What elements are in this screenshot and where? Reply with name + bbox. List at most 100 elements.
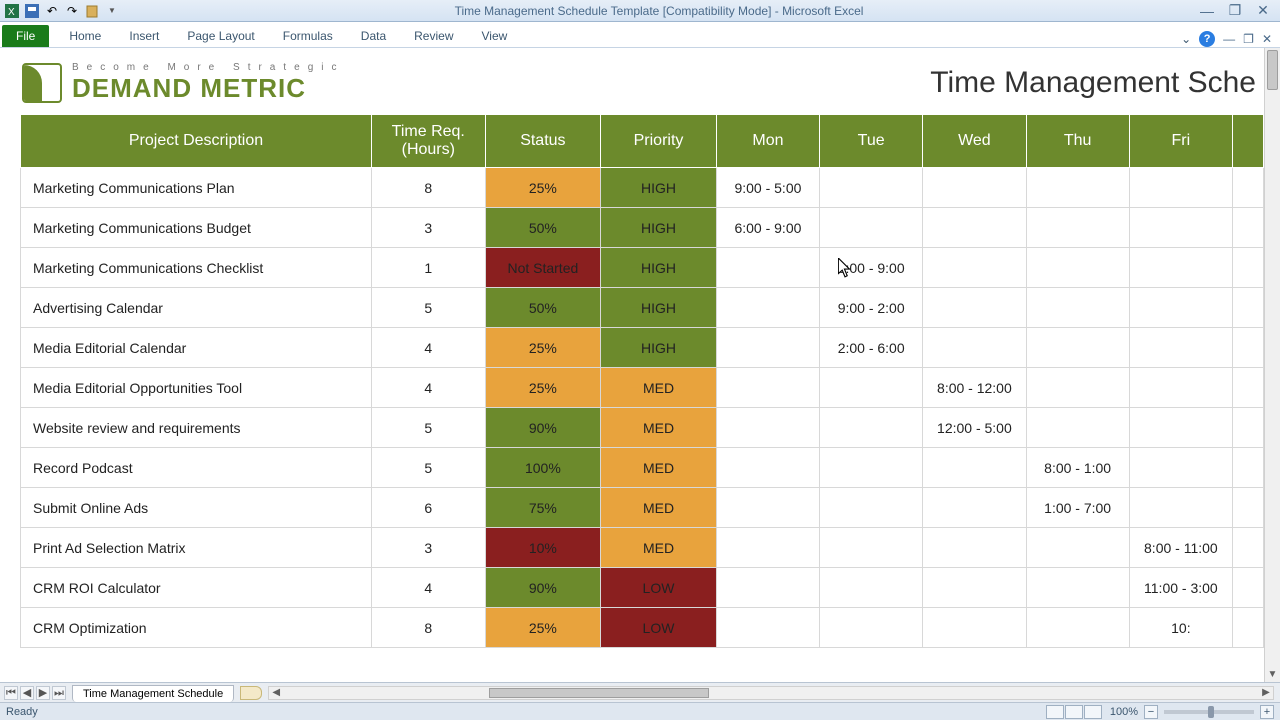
prev-sheet-icon[interactable]: ◀ [20, 686, 34, 700]
cell-description[interactable]: Website review and requirements [21, 408, 372, 448]
hscroll-thumb[interactable] [489, 688, 709, 698]
cell-hours[interactable]: 3 [372, 208, 486, 248]
header-thu[interactable]: Thu [1026, 115, 1129, 168]
header-fri[interactable]: Fri [1129, 115, 1232, 168]
cell-day[interactable] [1026, 328, 1129, 368]
tab-insert[interactable]: Insert [115, 25, 173, 47]
cell-day[interactable] [1026, 208, 1129, 248]
cell-hours[interactable]: 4 [372, 328, 486, 368]
table-row[interactable]: Marketing Communications Checklist1Not S… [21, 248, 1264, 288]
cell-priority[interactable]: HIGH [601, 208, 717, 248]
redo-icon[interactable]: ↷ [64, 3, 80, 19]
cell-day[interactable]: 1:00 - 7:00 [1026, 488, 1129, 528]
cell-hours[interactable]: 6 [372, 488, 486, 528]
table-row[interactable]: CRM Optimization825%LOW10: [21, 608, 1264, 648]
tab-formulas[interactable]: Formulas [269, 25, 347, 47]
cell-priority[interactable]: HIGH [601, 328, 717, 368]
cell-day[interactable] [1129, 208, 1232, 248]
header-mon[interactable]: Mon [716, 115, 819, 168]
cell-day[interactable]: 8:00 - 12:00 [923, 368, 1026, 408]
cell-hours[interactable]: 8 [372, 168, 486, 208]
tab-home[interactable]: Home [55, 25, 115, 47]
cell-day[interactable] [1129, 368, 1232, 408]
file-tab[interactable]: File [2, 25, 49, 47]
zoom-slider[interactable] [1164, 710, 1254, 714]
cell-day[interactable] [923, 528, 1026, 568]
cell-day[interactable] [923, 168, 1026, 208]
cell-day[interactable] [1129, 288, 1232, 328]
normal-view-icon[interactable] [1046, 705, 1064, 719]
header-wed[interactable]: Wed [923, 115, 1026, 168]
zoom-level[interactable]: 100% [1110, 706, 1138, 718]
cell-priority[interactable]: LOW [601, 568, 717, 608]
cell-day[interactable]: 8:00 - 11:00 [1129, 528, 1232, 568]
cell-extra[interactable] [1232, 488, 1263, 528]
tab-review[interactable]: Review [400, 25, 467, 47]
hscroll-left-icon[interactable]: ◀ [269, 687, 283, 699]
schedule-table[interactable]: Project Description Time Req. (Hours) St… [20, 114, 1264, 648]
cell-extra[interactable] [1232, 288, 1263, 328]
table-row[interactable]: Website review and requirements590%MED12… [21, 408, 1264, 448]
cell-status[interactable]: 90% [485, 408, 601, 448]
cell-priority[interactable]: HIGH [601, 168, 717, 208]
table-row[interactable]: Submit Online Ads675%MED1:00 - 7:00 [21, 488, 1264, 528]
cell-day[interactable] [1129, 168, 1232, 208]
paste-icon[interactable] [84, 3, 100, 19]
cell-day[interactable]: 2:00 - 6:00 [820, 328, 923, 368]
cell-day[interactable]: 6:00 - 9:00 [716, 208, 819, 248]
cell-day[interactable]: 12:00 - 5:00 [923, 408, 1026, 448]
cell-day[interactable] [820, 528, 923, 568]
cell-day[interactable] [923, 208, 1026, 248]
cell-day[interactable] [1026, 608, 1129, 648]
cell-hours[interactable]: 5 [372, 448, 486, 488]
cell-hours[interactable]: 4 [372, 568, 486, 608]
table-row[interactable]: Media Editorial Calendar425%HIGH2:00 - 6… [21, 328, 1264, 368]
cell-extra[interactable] [1232, 608, 1263, 648]
table-row[interactable]: Print Ad Selection Matrix310%MED8:00 - 1… [21, 528, 1264, 568]
scroll-down-icon[interactable]: ▼ [1265, 666, 1280, 682]
cell-day[interactable]: 8:00 - 9:00 [820, 248, 923, 288]
table-row[interactable]: CRM ROI Calculator490%LOW11:00 - 3:00 [21, 568, 1264, 608]
table-row[interactable]: Media Editorial Opportunities Tool425%ME… [21, 368, 1264, 408]
cell-day[interactable] [820, 488, 923, 528]
hscroll-right-icon[interactable]: ▶ [1259, 687, 1273, 699]
cell-day[interactable] [1026, 368, 1129, 408]
cell-description[interactable]: Marketing Communications Plan [21, 168, 372, 208]
cell-day[interactable] [1026, 408, 1129, 448]
header-status[interactable]: Status [485, 115, 601, 168]
cell-description[interactable]: Marketing Communications Checklist [21, 248, 372, 288]
cell-priority[interactable]: MED [601, 448, 717, 488]
header-extra[interactable] [1232, 115, 1263, 168]
cell-day[interactable] [716, 408, 819, 448]
table-row[interactable]: Marketing Communications Plan825%HIGH9:0… [21, 168, 1264, 208]
qat-dropdown-icon[interactable]: ▼ [104, 3, 120, 19]
page-break-view-icon[interactable] [1084, 705, 1102, 719]
cell-description[interactable]: Media Editorial Calendar [21, 328, 372, 368]
cell-description[interactable]: Media Editorial Opportunities Tool [21, 368, 372, 408]
window-restore-icon[interactable]: ❐ [1243, 32, 1254, 46]
cell-extra[interactable] [1232, 408, 1263, 448]
header-priority[interactable]: Priority [601, 115, 717, 168]
first-sheet-icon[interactable]: ⏮ [4, 686, 18, 700]
zoom-out-button[interactable]: − [1144, 705, 1158, 719]
restore-button[interactable]: ❐ [1226, 4, 1244, 18]
cell-day[interactable]: 9:00 - 2:00 [820, 288, 923, 328]
ribbon-minimize-icon[interactable]: ⌄ [1181, 32, 1191, 46]
cell-extra[interactable] [1232, 328, 1263, 368]
cell-status[interactable]: 100% [485, 448, 601, 488]
zoom-in-button[interactable]: + [1260, 705, 1274, 719]
cell-day[interactable] [820, 408, 923, 448]
scroll-thumb[interactable] [1267, 50, 1278, 90]
cell-day[interactable] [1026, 528, 1129, 568]
page-layout-view-icon[interactable] [1065, 705, 1083, 719]
cell-extra[interactable] [1232, 568, 1263, 608]
cell-hours[interactable]: 4 [372, 368, 486, 408]
cell-status[interactable]: 50% [485, 288, 601, 328]
cell-day[interactable]: 9:00 - 5:00 [716, 168, 819, 208]
cell-description[interactable]: Submit Online Ads [21, 488, 372, 528]
tab-view[interactable]: View [468, 25, 522, 47]
cell-day[interactable] [1026, 288, 1129, 328]
header-hours[interactable]: Time Req. (Hours) [372, 115, 486, 168]
tab-data[interactable]: Data [347, 25, 400, 47]
last-sheet-icon[interactable]: ⏭ [52, 686, 66, 700]
